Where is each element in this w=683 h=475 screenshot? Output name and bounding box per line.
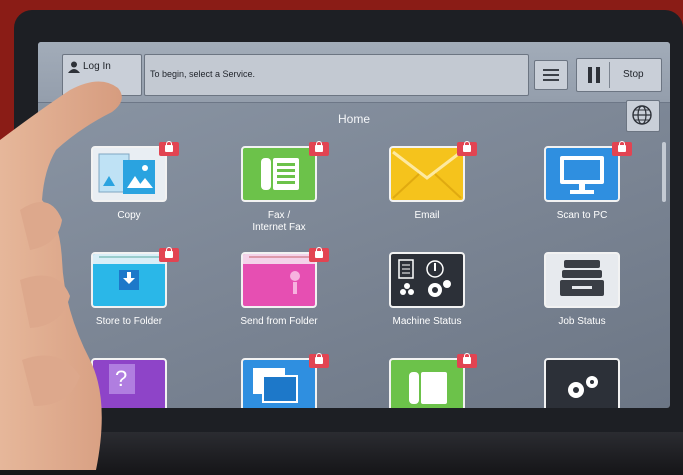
service-device-app[interactable] bbox=[216, 353, 329, 408]
settings-icon bbox=[544, 358, 620, 408]
job-status-icon bbox=[544, 252, 620, 308]
top-bar: Log In To begin, select a Service. Stop bbox=[38, 42, 670, 103]
service-job-status[interactable]: Job Status bbox=[519, 252, 629, 352]
service-machine-status[interactable]: Machine Status bbox=[364, 252, 474, 352]
pause-icon bbox=[587, 67, 601, 83]
message-bar: To begin, select a Service. bbox=[144, 54, 529, 96]
lock-icon bbox=[309, 247, 329, 262]
menu-button[interactable] bbox=[534, 60, 568, 90]
service-send-from-folder[interactable]: Send from Folder bbox=[216, 247, 329, 352]
lock-icon bbox=[612, 141, 632, 156]
scan-to-pc-icon bbox=[544, 146, 620, 202]
lock-icon bbox=[457, 353, 477, 368]
stop-label: Stop bbox=[623, 69, 644, 80]
device-app-icon bbox=[241, 358, 317, 408]
message-text: To begin, select a Service. bbox=[150, 69, 256, 79]
lock-icon bbox=[309, 141, 329, 156]
page-title: Home bbox=[337, 112, 370, 126]
service-label: Send from Folder bbox=[240, 316, 318, 327]
service-settings[interactable] bbox=[519, 358, 629, 408]
service-phone-app[interactable] bbox=[364, 353, 477, 408]
lock-icon bbox=[159, 247, 179, 262]
hand-pointing bbox=[0, 81, 122, 470]
fax-icon bbox=[241, 146, 317, 202]
stop-button[interactable]: Stop bbox=[576, 58, 662, 92]
scrollbar[interactable] bbox=[662, 142, 666, 202]
service-label: Fax / Internet Fax bbox=[252, 210, 306, 233]
menu-icon bbox=[543, 69, 559, 71]
phone-app-icon bbox=[389, 358, 465, 408]
send-from-folder-icon bbox=[241, 252, 317, 308]
lock-icon bbox=[159, 141, 179, 156]
email-icon bbox=[389, 146, 465, 202]
service-email[interactable]: Email bbox=[364, 141, 477, 246]
service-scan-to-pc[interactable]: Scan to PC bbox=[519, 141, 632, 246]
service-label: Job Status bbox=[558, 316, 606, 327]
service-label: Scan to PC bbox=[556, 210, 608, 221]
service-label: Machine Status bbox=[392, 316, 462, 327]
touch-screen: Log In To begin, select a Service. Stop … bbox=[38, 42, 670, 408]
service-label: Email bbox=[414, 210, 440, 221]
lock-icon bbox=[309, 353, 329, 368]
service-fax[interactable]: Fax / Internet Fax bbox=[216, 141, 329, 246]
lock-icon bbox=[457, 141, 477, 156]
machine-status-icon bbox=[389, 252, 465, 308]
